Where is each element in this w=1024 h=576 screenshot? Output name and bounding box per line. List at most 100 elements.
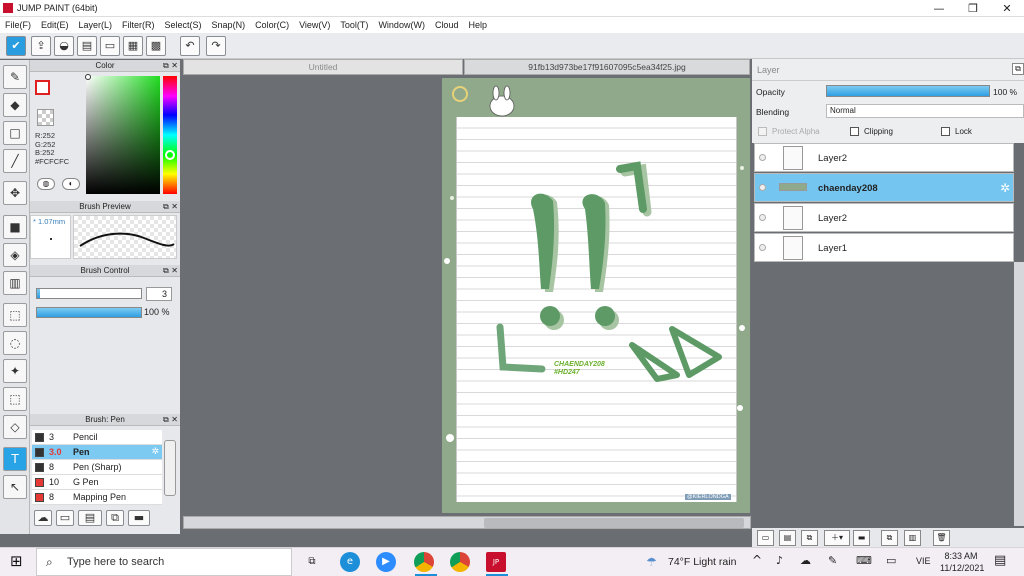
redo-icon[interactable]: ↷ [206, 36, 226, 56]
brush-folder-icon[interactable]: ▬ [128, 510, 150, 526]
menu-view[interactable]: View(V) [294, 17, 335, 33]
brush-copy-icon[interactable]: ⧉ [106, 510, 124, 526]
tab-untitled[interactable]: Untitled [183, 59, 463, 75]
menu-edit[interactable]: Edit(E) [36, 17, 74, 33]
brush-tool-icon[interactable]: ✎ [3, 65, 27, 89]
add-layer-menu-icon[interactable]: ＋▾ [824, 530, 850, 546]
panel-float-close-icon[interactable]: ⧉ ✕ [163, 202, 178, 212]
comment-icon[interactable]: ◒ [54, 36, 74, 56]
brush-size-slider[interactable] [36, 288, 142, 299]
panel-float-close-icon[interactable]: ⧉ ✕ [163, 61, 178, 71]
chrome-icon[interactable] [414, 552, 434, 572]
select-pen-tool-icon[interactable]: ⬚ [3, 387, 27, 411]
panel-float-icon[interactable]: ⧉ [1012, 63, 1024, 75]
rectangle-tool-icon[interactable]: □ [3, 121, 27, 145]
select-rect-tool-icon[interactable]: ⬚ [3, 303, 27, 327]
select-eraser-tool-icon[interactable]: ◇ [3, 415, 27, 439]
brush-size-input[interactable]: 3 [146, 287, 172, 301]
close-button[interactable]: ✕ [990, 0, 1024, 17]
menu-snap[interactable]: Snap(N) [207, 17, 251, 33]
panel-float-close-icon[interactable]: ⧉ ✕ [163, 415, 178, 425]
sv-picker-cursor[interactable] [85, 74, 91, 80]
copy-layer-icon[interactable]: ⧉ [801, 530, 818, 546]
layer-row[interactable]: Layer1 [754, 233, 1014, 262]
clock[interactable]: 8:33 AM 11/12/2021 [940, 550, 984, 574]
layer-settings-gear-icon[interactable]: ✲ [1000, 181, 1010, 195]
panel-float-close-icon[interactable]: ⧉ ✕ [163, 266, 178, 276]
layer-opacity-slider[interactable] [826, 85, 990, 97]
menu-file[interactable]: File(F) [0, 17, 36, 33]
new-layer-icon[interactable]: ▭ [757, 530, 774, 546]
weather-icon[interactable]: ☂ [646, 555, 657, 569]
layer-row[interactable]: Layer2 [754, 203, 1014, 232]
taskbar-search[interactable]: ⌕ Type here to search [36, 548, 292, 576]
share-icon[interactable]: ⇪ [31, 36, 51, 56]
brush-settings-gear-icon[interactable]: ✲ [151, 445, 159, 460]
color-wheel-icon[interactable]: ◍ [37, 178, 55, 190]
layer-visibility-icon[interactable] [759, 214, 766, 221]
brush-item-pencil[interactable]: 3 Pencil [32, 430, 162, 445]
weather-text[interactable]: 74°F Light rain [668, 556, 736, 568]
eraser-tool-icon[interactable]: ◆ [3, 93, 27, 117]
layer-folder-icon[interactable]: ▬ [853, 530, 870, 546]
lasso-tool-icon[interactable]: ◌ [3, 331, 27, 355]
zoom-icon[interactable]: ▶ [376, 552, 396, 572]
saturation-value-picker[interactable] [86, 76, 160, 194]
language-indicator[interactable]: VIE [916, 556, 931, 566]
pen-icon[interactable]: ✎ [828, 554, 837, 567]
cloud-check-icon[interactable]: ✔ [6, 36, 26, 56]
layer-visibility-icon[interactable] [759, 154, 766, 161]
document-icon[interactable]: ▭ [100, 36, 120, 56]
chevron-up-icon[interactable]: ^ [752, 553, 762, 567]
brush-item-pen-sharp[interactable]: 8 Pen (Sharp) [32, 460, 162, 475]
protect-alpha-checkbox[interactable] [758, 127, 767, 136]
brush-item-mapping-pen[interactable]: 8 Mapping Pen [32, 490, 162, 505]
undo-icon[interactable]: ↶ [180, 36, 200, 56]
menu-window[interactable]: Window(W) [373, 17, 430, 33]
move-tool-icon[interactable]: ✥ [3, 181, 27, 205]
cloud-icon[interactable]: ☁ [800, 554, 811, 567]
chat-icon[interactable]: ▤ [77, 36, 97, 56]
minimize-button[interactable]: — [922, 0, 956, 17]
layer-row-selected[interactable]: chaenday208 ✲ [754, 173, 1014, 202]
notification-icon[interactable]: ▤ [994, 553, 1006, 568]
layer-list-scrollbar[interactable] [1014, 262, 1024, 526]
grid-layout-icon[interactable]: ▩ [146, 36, 166, 56]
main-color-swatch[interactable] [35, 80, 50, 95]
menu-layer[interactable]: Layer(L) [74, 17, 118, 33]
new-brush-icon[interactable]: ▭ [56, 510, 74, 526]
tab-image-file[interactable]: 91fb13d973be17f91607095c5ea34f25.jpg [464, 59, 750, 75]
brush-menu-icon[interactable]: ▤ [78, 510, 102, 526]
menu-color[interactable]: Color(C) [250, 17, 294, 33]
lock-checkbox[interactable] [941, 127, 950, 136]
restore-button[interactable]: ❐ [956, 0, 990, 17]
layer-row[interactable]: Layer2 [754, 143, 1014, 172]
menu-tool[interactable]: Tool(T) [335, 17, 373, 33]
menu-help[interactable]: Help [463, 17, 492, 33]
new-raster-layer-icon[interactable]: ▤ [779, 530, 796, 546]
brush-item-g-pen[interactable]: 10 G Pen [32, 475, 162, 490]
panel-layout-icon[interactable]: ▦ [123, 36, 143, 56]
hue-slider-handle[interactable] [165, 150, 175, 160]
brush-list-scrollbar[interactable] [164, 440, 176, 496]
text-tool-icon[interactable]: T [3, 447, 27, 471]
magic-wand-tool-icon[interactable]: ✦ [3, 359, 27, 383]
fill-rect-tool-icon[interactable]: ■ [3, 215, 27, 239]
operation-tool-icon[interactable]: ↖ [3, 475, 27, 499]
monitor-icon[interactable]: ▭ [886, 554, 896, 567]
volume-icon[interactable]: ♪ [776, 554, 783, 567]
bucket-tool-icon[interactable]: ◈ [3, 243, 27, 267]
windows-start-icon[interactable]: ⊞ [10, 553, 26, 569]
edge-browser-icon[interactable]: e [340, 552, 360, 572]
brush-cloud-icon[interactable]: ☁ [34, 510, 52, 526]
layer-mask-icon[interactable]: ▥ [904, 530, 921, 546]
layer-visibility-icon[interactable] [759, 244, 766, 251]
menu-filter[interactable]: Filter(R) [117, 17, 160, 33]
jump-paint-icon[interactable]: JP [486, 552, 506, 572]
blending-select[interactable]: Normal [826, 104, 1024, 118]
menu-cloud[interactable]: Cloud [430, 17, 464, 33]
transparent-color-swatch[interactable] [37, 109, 54, 126]
brush-item-pen[interactable]: 3.0 Pen ✲ [32, 445, 162, 460]
keyboard-icon[interactable]: ⌨ [856, 554, 872, 567]
hue-slider[interactable] [163, 76, 177, 194]
